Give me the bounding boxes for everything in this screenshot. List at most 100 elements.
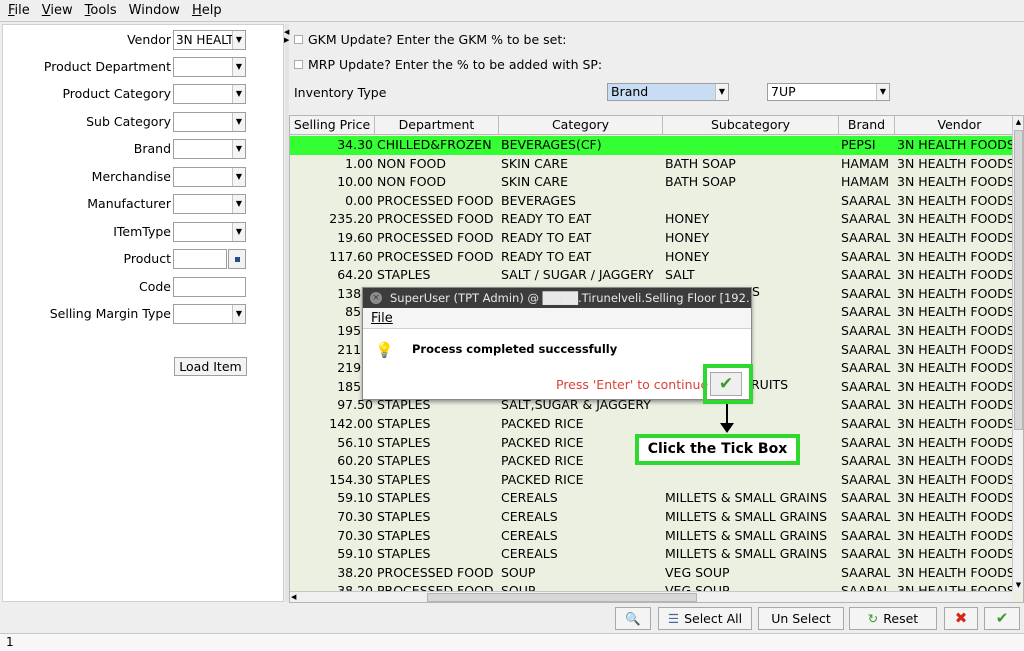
- select-all-button[interactable]: ☰ Select All: [658, 607, 752, 630]
- column-header-selling-price[interactable]: Selling Price: [290, 116, 375, 135]
- menu-item-tools[interactable]: Tools: [85, 3, 117, 18]
- gkm-update-checkbox[interactable]: [294, 35, 303, 44]
- table-row[interactable]: 59.10 STAPLES CEREALS MILLETS & SMALL GRAIN…: [290, 545, 1012, 564]
- scroll-down-icon[interactable]: ▼: [1013, 579, 1023, 591]
- chevron-down-icon[interactable]: ▼: [232, 85, 245, 103]
- table-row[interactable]: 235.20 PROCESSED FOOD READY TO EAT HONEY SAA…: [290, 210, 1012, 229]
- collapse-arrow-icon[interactable]: ◀ ▶: [284, 28, 289, 44]
- table-cell: SAARAL: [841, 546, 891, 562]
- table-cell: 3N HEALTH FOODS: [897, 453, 1012, 469]
- chevron-down-icon[interactable]: ▼: [232, 31, 245, 49]
- chevron-down-icon[interactable]: ▼: [232, 113, 245, 131]
- scroll-up-icon[interactable]: ▲: [1013, 116, 1023, 128]
- product-department-select[interactable]: ▼: [173, 57, 246, 77]
- product-department-label: Product Department: [43, 59, 171, 74]
- column-header-department[interactable]: Department: [375, 116, 499, 135]
- inventory-type-select[interactable]: Brand ▼: [607, 83, 729, 101]
- scroll-thumb-horizontal[interactable]: [427, 593, 697, 602]
- brand-select[interactable]: ▼: [173, 139, 246, 159]
- sub-category-select[interactable]: ▼: [173, 112, 246, 132]
- brand-value-select[interactable]: 7UP ▼: [767, 83, 890, 101]
- confirm-button[interactable]: ✔: [984, 607, 1020, 630]
- table-cell: SAARAL: [841, 397, 891, 413]
- chevron-down-icon[interactable]: ▼: [232, 305, 245, 323]
- table-row[interactable]: 142.00 STAPLES PACKED RICE SAARAL 3N HEALTH …: [290, 415, 1012, 434]
- vendor-select[interactable]: 3N HEALT ▼: [173, 30, 246, 50]
- product-category-select[interactable]: ▼: [173, 84, 246, 104]
- chevron-down-icon[interactable]: ▼: [232, 58, 245, 76]
- selling-margin-type-select[interactable]: ▼: [173, 304, 246, 324]
- table-cell: 117.60: [329, 248, 373, 264]
- close-icon: ✖: [954, 609, 968, 627]
- table-row[interactable]: 154.30 STAPLES PACKED RICE SAARAL 3N HEALTH …: [290, 471, 1012, 490]
- table-cell: 19.60: [337, 230, 373, 245]
- menu-item-file[interactable]: File: [8, 3, 30, 18]
- close-icon[interactable]: ×: [370, 292, 382, 304]
- table-cell: SAARAL: [841, 434, 891, 450]
- column-header-vendor[interactable]: Vendor: [895, 116, 1023, 135]
- table-cell: [663, 136, 839, 155]
- table-cell: STAPLES: [377, 453, 431, 469]
- table-row[interactable]: 59.10 STAPLES CEREALS MILLETS & SMALL GRAIN…: [290, 489, 1012, 508]
- scroll-left-icon[interactable]: ◀: [291, 592, 296, 602]
- table-row[interactable]: 0.00 PROCESSED FOOD BEVERAGES SAARAL 3N HEAL…: [290, 192, 1012, 211]
- table-cell: 3N HEALTH FOODS: [897, 527, 1012, 543]
- table-cell: SALT / SUGAR / JAGGERY: [501, 267, 654, 283]
- chevron-down-icon[interactable]: ▼: [715, 84, 728, 100]
- table-cell: 3N HEALTH FOODS: [897, 378, 1012, 394]
- table-row[interactable]: 38.20 PROCESSED FOOD SOUP VEG SOUP SAARAL 3N …: [290, 582, 1012, 591]
- product-lookup-button[interactable]: [228, 249, 246, 269]
- table-row[interactable]: 70.30 STAPLES CEREALS MILLETS & SMALL GRAIN…: [290, 527, 1012, 546]
- menu-item-window[interactable]: Window: [129, 3, 180, 18]
- chevron-down-icon[interactable]: ▼: [232, 223, 245, 241]
- dialog-menu-file[interactable]: File: [363, 308, 751, 329]
- table-row[interactable]: 117.60 PROCESSED FOOD READY TO EAT HONEY SAA…: [290, 248, 1012, 267]
- dialog-title: SuperUser (TPT Admin) @ ████.Tirunelveli…: [363, 288, 751, 308]
- itemtype-select[interactable]: ▼: [173, 222, 246, 242]
- menu-item-help[interactable]: Help: [192, 3, 222, 18]
- table-row[interactable]: 34.30 CHILLED&FROZEN BEVERAGES(CF) PEPSI 3N …: [290, 136, 1012, 155]
- select-all-label: Select All: [684, 611, 743, 626]
- table-row[interactable]: 19.60 PROCESSED FOOD READY TO EAT HONEY SAAR…: [290, 229, 1012, 248]
- table-row[interactable]: 70.30 STAPLES CEREALS MILLETS & SMALL GRAIN…: [290, 508, 1012, 527]
- table-cell: STAPLES: [377, 509, 431, 524]
- brand-value: 7UP: [771, 84, 796, 99]
- table-cell: 3N HEALTH FOODS: [897, 230, 1012, 245]
- cancel-button[interactable]: ✖: [944, 607, 978, 630]
- column-header-subcategory[interactable]: Subcategory: [663, 116, 839, 135]
- reset-button[interactable]: ↻ Reset: [849, 607, 937, 630]
- table-cell: 3N HEALTH FOODS: [897, 434, 1012, 450]
- scroll-thumb[interactable]: [1014, 130, 1023, 430]
- merchandise-select[interactable]: ▼: [173, 167, 246, 187]
- table-row[interactable]: 1.00 NON FOOD SKIN CARE BATH SOAP HAMAM 3N HE…: [290, 155, 1012, 174]
- list-icon: ☰: [667, 611, 680, 626]
- table-cell: 0.00: [345, 192, 373, 208]
- horizontal-scrollbar[interactable]: ◀: [290, 591, 1012, 602]
- table-cell: SKIN CARE: [501, 155, 569, 171]
- mrp-update-checkbox[interactable]: [294, 60, 303, 69]
- table-row[interactable]: 10.00 NON FOOD SKIN CARE BATH SOAP HAMAM 3N H…: [290, 173, 1012, 192]
- menu-item-view[interactable]: View: [42, 3, 73, 18]
- chevron-down-icon[interactable]: ▼: [232, 168, 245, 186]
- chevron-down-icon[interactable]: ▼: [876, 84, 889, 100]
- process-complete-dialog: SuperUser (TPT Admin) @ ████.Tirunelveli…: [362, 287, 752, 400]
- brand-label: Brand: [133, 141, 171, 156]
- chevron-down-icon[interactable]: ▼: [232, 140, 245, 158]
- table-row[interactable]: 64.20 STAPLES SALT / SUGAR / JAGGERY SALT SA…: [290, 266, 1012, 285]
- manufacturer-row: Manufacturer ▼: [3, 193, 285, 215]
- load-item-button[interactable]: Load Item: [174, 357, 247, 376]
- code-input[interactable]: [173, 277, 246, 297]
- manufacturer-select[interactable]: ▼: [173, 194, 246, 214]
- vendor-value: 3N HEALT: [176, 33, 234, 47]
- unselect-button[interactable]: Un Select: [758, 607, 844, 630]
- table-cell: 154.30: [329, 471, 373, 487]
- product-input[interactable]: [173, 249, 227, 269]
- search-button[interactable]: 🔍: [615, 607, 651, 630]
- table-row[interactable]: 38.20 PROCESSED FOOD SOUP VEG SOUP SAARAL 3N …: [290, 564, 1012, 583]
- code-label: Code: [138, 279, 171, 294]
- column-header-brand[interactable]: Brand: [839, 116, 895, 135]
- chevron-down-icon[interactable]: ▼: [232, 195, 245, 213]
- column-header-category[interactable]: Category: [499, 116, 663, 135]
- table-cell: [663, 192, 839, 211]
- vertical-scrollbar[interactable]: ▲ ▼: [1012, 116, 1023, 591]
